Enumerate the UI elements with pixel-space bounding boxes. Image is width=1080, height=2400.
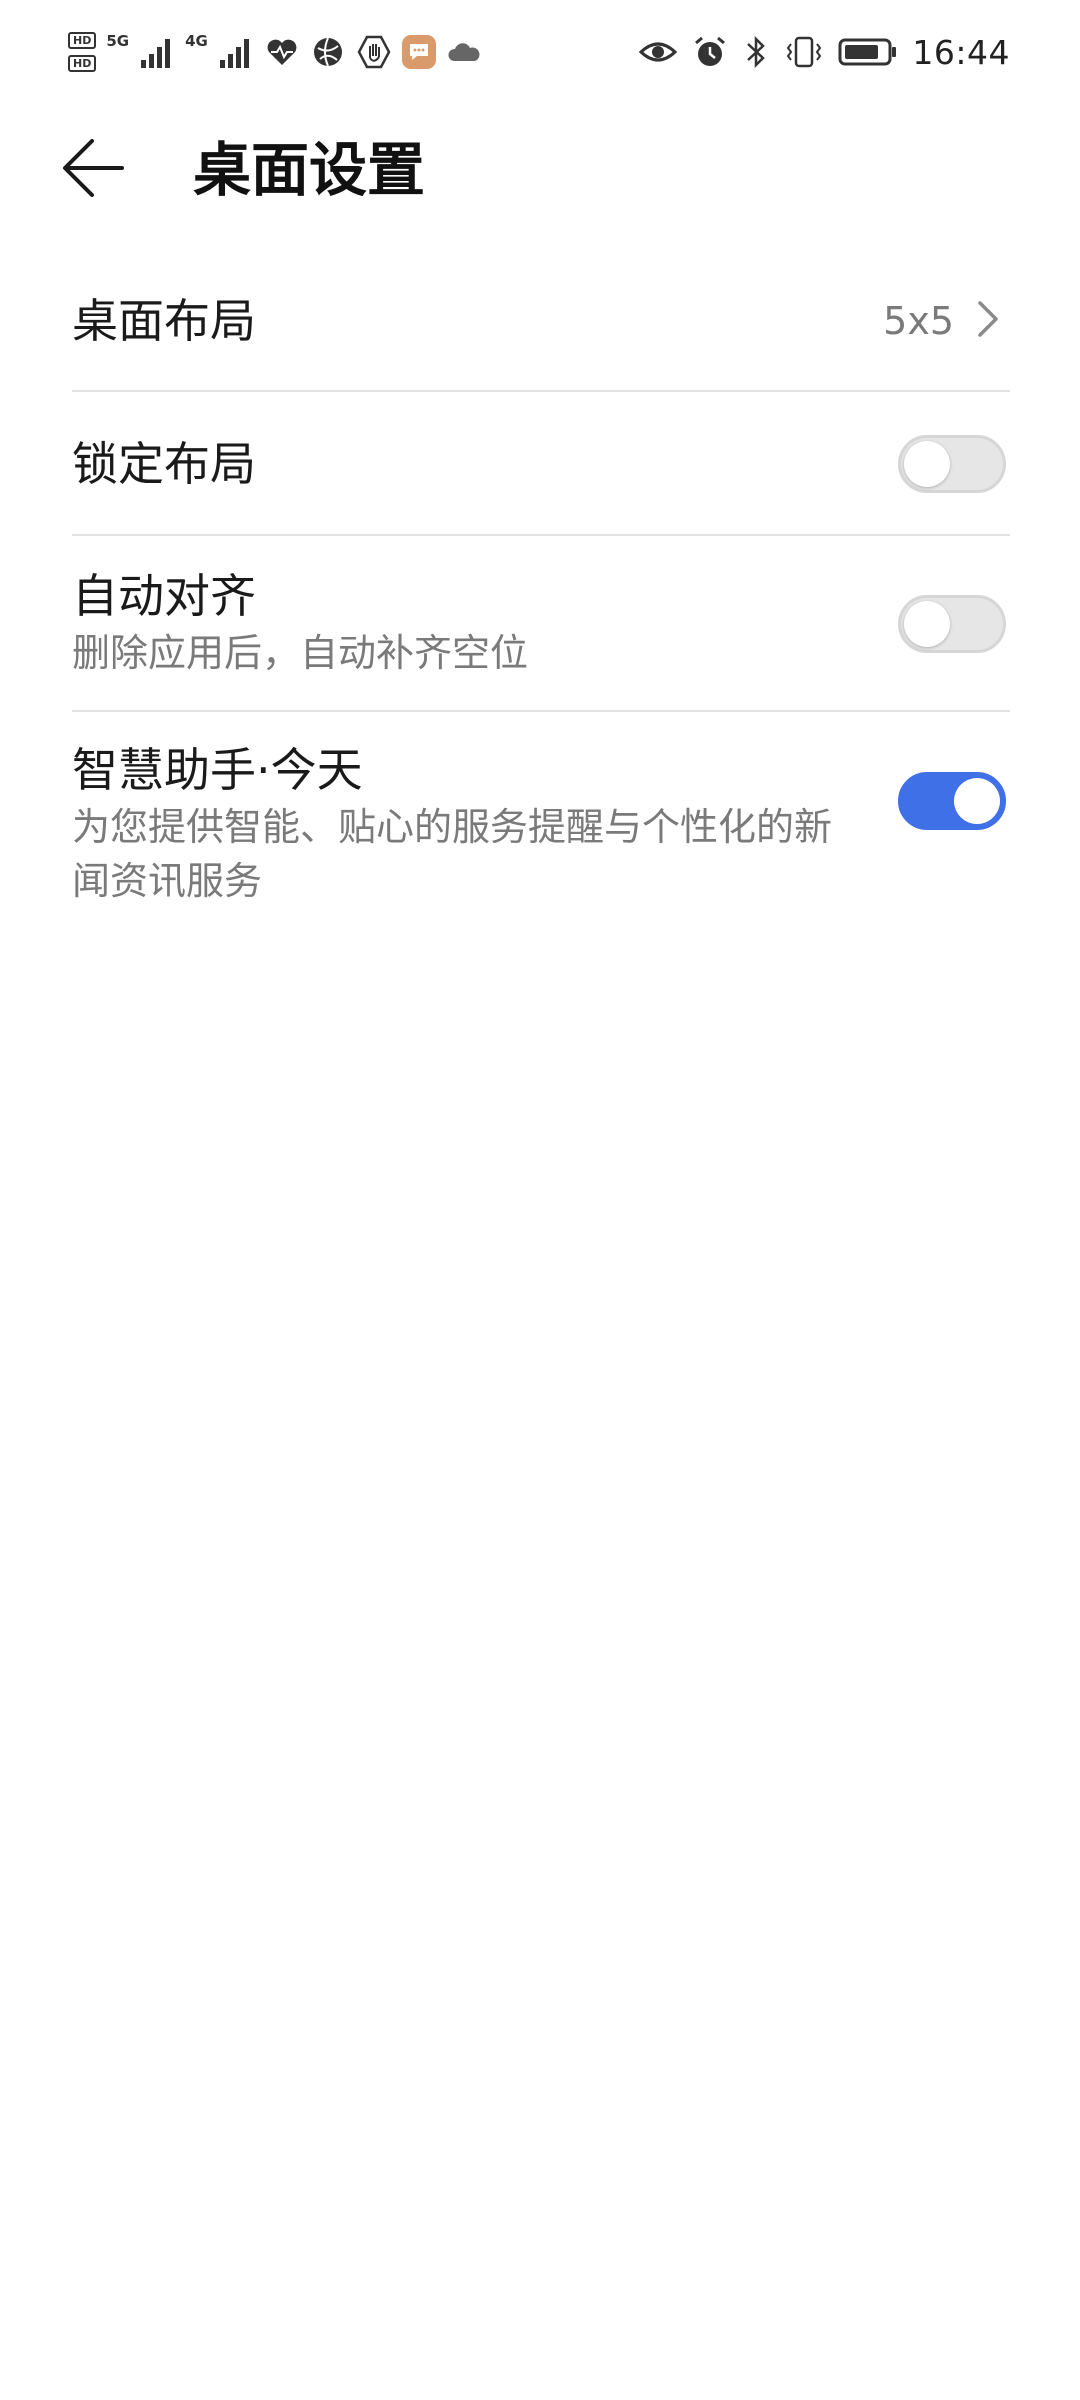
auto-align-label: 自动对齐 — [72, 569, 256, 623]
lock-layout-toggle[interactable] — [898, 435, 1006, 493]
hand-icon — [356, 34, 392, 70]
bluetooth-icon — [742, 34, 770, 70]
health-icon — [264, 34, 300, 70]
vibrate-icon — [784, 34, 824, 70]
smart-assistant-label: 智慧助手·今天 — [72, 743, 363, 797]
setting-row-auto-align[interactable]: 自动对齐 删除应用后，自动补齐空位 — [72, 536, 1010, 712]
network-4g-label: 4G — [185, 32, 208, 50]
signal-5g-icon — [139, 34, 175, 70]
lock-layout-label: 锁定布局 — [72, 437, 256, 491]
hd-badge-2: HD — [68, 55, 97, 72]
signal-4g-icon — [218, 34, 254, 70]
settings-list: 桌面布局 5x5 锁定布局 自动对齐 删除应用后，自动补齐空位 智慧助手·今天 … — [72, 250, 1010, 922]
page-header: 桌面设置 — [0, 110, 1080, 230]
hd-badge-1: HD — [68, 32, 97, 49]
setting-row-smart-assistant[interactable]: 智慧助手·今天 为您提供智能、贴心的服务提醒与个性化的新闻资讯服务 — [72, 712, 1010, 922]
message-icon — [401, 35, 436, 69]
alarm-icon — [692, 34, 728, 70]
setting-row-desktop-layout[interactable]: 桌面布局 5x5 — [72, 250, 1010, 392]
browser-icon — [310, 34, 346, 70]
hd-icon: HD HD — [68, 32, 97, 72]
status-right-icons: 16:44 — [638, 28, 1010, 76]
back-button[interactable] — [60, 130, 150, 210]
auto-align-toggle[interactable] — [898, 595, 1006, 653]
desktop-layout-value: 5x5 — [883, 299, 954, 343]
desktop-layout-label: 桌面布局 — [72, 294, 256, 348]
setting-row-lock-layout[interactable]: 锁定布局 — [72, 392, 1010, 536]
chevron-right-icon — [976, 299, 1000, 343]
smart-assistant-description: 为您提供智能、贴心的服务提醒与个性化的新闻资讯服务 — [72, 805, 833, 903]
status-time: 16:44 — [912, 32, 1010, 72]
auto-align-description: 删除应用后，自动补齐空位 — [72, 631, 529, 675]
back-arrow-icon — [60, 135, 126, 205]
page-title: 桌面设置 — [193, 136, 426, 204]
toggle-knob — [904, 601, 950, 647]
status-bar: HD HD 5G 4G 16:44 — [0, 0, 1080, 104]
eye-icon — [638, 34, 678, 70]
toggle-knob — [954, 778, 1000, 824]
cloud-icon — [446, 34, 482, 70]
status-left-icons: HD HD 5G 4G — [68, 28, 482, 76]
smart-assistant-toggle[interactable] — [898, 772, 1006, 830]
network-5g-label: 5G — [106, 32, 130, 50]
toggle-knob — [904, 441, 950, 487]
battery-icon — [838, 34, 898, 70]
desktop-layout-value-group: 5x5 — [883, 291, 1000, 351]
